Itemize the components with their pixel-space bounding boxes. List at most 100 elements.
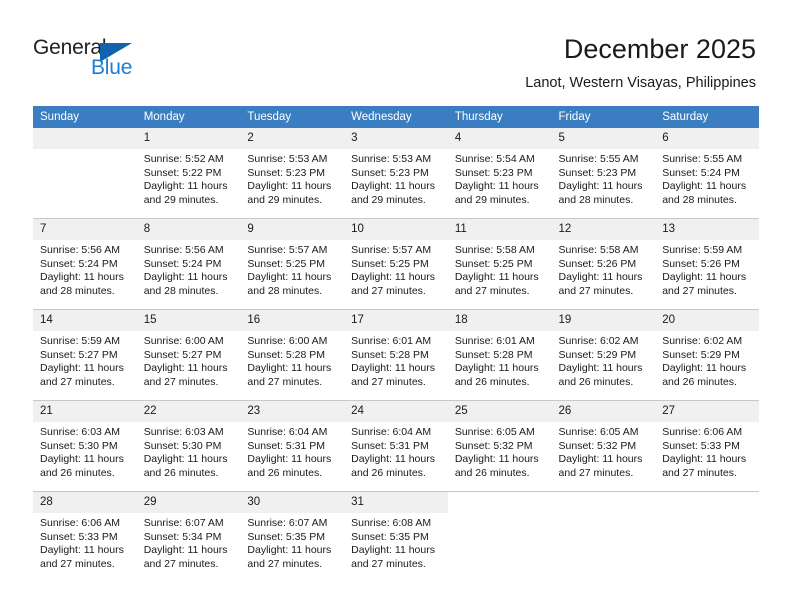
calendar-day-cell[interactable]: 5 Sunrise: 5:55 AM Sunset: 5:23 PM Daylight… [551,128,656,219]
sunrise-text: Sunrise: 6:01 AM [454,335,535,347]
day-sun-info: Sunrise: 5:55 AM Sunset: 5:24 PM Daylight:… [655,149,759,207]
sunrise-text: Sunrise: 6:06 AM [40,517,120,529]
daylight-text: Daylight: 11 hours and 26 minutes. [247,453,332,479]
calendar-day-cell[interactable]: 28 Sunrise: 6:06 AM Sunset: 5:33 PM Dayligh… [33,491,137,582]
daylight-text: Daylight: 11 hours and 26 minutes. [662,362,747,388]
calendar-week-row: 1 Sunrise: 5:52 AM Sunset: 5:22 PM Daylight… [33,128,759,219]
calendar-day-cell[interactable]: 4 Sunrise: 5:54 AM Sunset: 5:23 PM Daylight… [447,128,552,219]
calendar-day-cell[interactable]: 26 Sunrise: 6:05 AM Sunset: 5:32 PM Dayligh… [551,400,656,492]
day-sun-info: Sunrise: 6:07 AM Sunset: 5:34 PM Daylight:… [137,513,241,571]
calendar-day-cell[interactable]: 9 Sunrise: 5:57 AM Sunset: 5:25 PM Daylight… [240,218,345,310]
day-sun-info: Sunrise: 6:01 AM Sunset: 5:28 PM Daylight:… [448,331,552,389]
day-number: 29 [136,492,241,513]
sunrise-text: Sunrise: 5:55 AM [558,153,639,165]
calendar-day-cell[interactable]: 15 Sunrise: 6:00 AM Sunset: 5:27 PM Dayligh… [136,309,241,401]
sunset-text: Sunset: 5:27 PM [143,348,222,361]
sunset-text: Sunset: 5:22 PM [143,166,222,179]
sunset-text: Sunset: 5:25 PM [454,257,533,270]
day-sun-info: Sunrise: 6:04 AM Sunset: 5:31 PM Daylight:… [344,422,448,480]
sunrise-text: Sunrise: 6:00 AM [247,335,328,347]
day-number: 30 [240,492,345,513]
calendar-day-cell[interactable]: 24 Sunrise: 6:04 AM Sunset: 5:31 PM Dayligh… [344,400,448,492]
daylight-text: Daylight: 11 hours and 29 minutes. [454,180,539,206]
calendar-day-cell[interactable]: 11 Sunrise: 5:58 AM Sunset: 5:25 PM Dayligh… [447,218,552,310]
calendar-day-cell[interactable]: 18 Sunrise: 6:01 AM Sunset: 5:28 PM Dayligh… [447,309,552,401]
day-sun-info: Sunrise: 5:54 AM Sunset: 5:23 PM Daylight:… [448,149,552,207]
calendar-day-cell[interactable]: 13 Sunrise: 5:59 AM Sunset: 5:26 PM Dayligh… [655,218,759,310]
daylight-text: Daylight: 11 hours and 27 minutes. [40,362,124,388]
calendar-day-cell[interactable]: 20 Sunrise: 6:02 AM Sunset: 5:29 PM Dayligh… [655,309,759,401]
page-header: General Blue December 2025 Lanot, Wester… [0,0,792,104]
day-sun-info: Sunrise: 5:55 AM Sunset: 5:23 PM Daylight:… [552,149,656,207]
daylight-text: Daylight: 11 hours and 28 minutes. [247,271,332,297]
weekday-header-tuesday: Tuesday [240,106,345,128]
day-number: 9 [240,219,345,240]
calendar-week-row: 14 Sunrise: 5:59 AM Sunset: 5:27 PM Dayligh… [33,309,759,401]
sunset-text: Sunset: 5:24 PM [662,166,740,179]
day-number: 2 [240,128,345,149]
sunset-text: Sunset: 5:33 PM [662,439,740,452]
sunrise-text: Sunrise: 5:53 AM [351,153,432,165]
calendar-day-cell[interactable]: 25 Sunrise: 6:05 AM Sunset: 5:32 PM Dayligh… [447,400,552,492]
calendar-day-cell[interactable]: 6 Sunrise: 5:55 AM Sunset: 5:24 PM Daylight… [655,128,759,219]
day-number: 23 [240,401,345,422]
daylight-text: Daylight: 11 hours and 27 minutes. [143,544,228,570]
sunset-text: Sunset: 5:33 PM [40,530,118,543]
calendar-day-cell[interactable]: 10 Sunrise: 5:57 AM Sunset: 5:25 PM Dayligh… [344,218,448,310]
calendar-day-cell[interactable]: 30 Sunrise: 6:07 AM Sunset: 5:35 PM Dayligh… [240,491,345,582]
sunrise-text: Sunrise: 5:58 AM [454,244,535,256]
calendar-day-cell[interactable]: 8 Sunrise: 5:56 AM Sunset: 5:24 PM Daylight… [136,218,241,310]
calendar-day-cell[interactable]: 27 Sunrise: 6:06 AM Sunset: 5:33 PM Dayligh… [655,400,759,492]
calendar-day-cell[interactable]: 1 Sunrise: 5:52 AM Sunset: 5:22 PM Daylight… [136,128,241,219]
day-sun-info: Sunrise: 5:53 AM Sunset: 5:23 PM Daylight:… [344,149,448,207]
day-number: 10 [344,219,448,240]
sunrise-text: Sunrise: 6:01 AM [351,335,432,347]
sunrise-text: Sunrise: 6:04 AM [247,426,328,438]
sunrise-text: Sunrise: 6:02 AM [558,335,639,347]
day-number: 14 [33,310,137,331]
sunset-text: Sunset: 5:30 PM [143,439,222,452]
day-number: 21 [33,401,137,422]
sunset-text: Sunset: 5:29 PM [558,348,637,361]
calendar-day-cell[interactable]: 21 Sunrise: 6:03 AM Sunset: 5:30 PM Dayligh… [33,400,137,492]
calendar-day-cell-empty [655,491,759,582]
day-number: 1 [136,128,241,149]
calendar-day-cell[interactable]: 16 Sunrise: 6:00 AM Sunset: 5:28 PM Dayligh… [240,309,345,401]
sunrise-text: Sunrise: 5:56 AM [40,244,120,256]
daylight-text: Daylight: 11 hours and 26 minutes. [454,362,539,388]
calendar-day-cell[interactable]: 2 Sunrise: 5:53 AM Sunset: 5:23 PM Daylight… [240,128,345,219]
calendar-day-cell[interactable]: 31 Sunrise: 6:08 AM Sunset: 5:35 PM Dayligh… [344,491,448,582]
day-sun-info: Sunrise: 6:03 AM Sunset: 5:30 PM Daylight:… [33,422,137,480]
daylight-text: Daylight: 11 hours and 26 minutes. [454,453,539,479]
sunrise-text: Sunrise: 5:59 AM [40,335,120,347]
general-blue-logo[interactable]: General Blue [33,36,213,82]
calendar-day-cell[interactable]: 3 Sunrise: 5:53 AM Sunset: 5:23 PM Daylight… [344,128,448,219]
calendar-day-cell[interactable]: 22 Sunrise: 6:03 AM Sunset: 5:30 PM Dayligh… [136,400,241,492]
day-sun-info: Sunrise: 6:00 AM Sunset: 5:28 PM Daylight:… [240,331,344,389]
day-number: 6 [655,128,759,149]
daylight-text: Daylight: 11 hours and 27 minutes. [558,453,643,479]
day-sun-info: Sunrise: 6:03 AM Sunset: 5:30 PM Daylight:… [137,422,241,480]
day-sun-info: Sunrise: 5:59 AM Sunset: 5:27 PM Daylight:… [33,331,137,389]
day-number: 7 [33,219,137,240]
day-number: 17 [344,310,448,331]
sunrise-text: Sunrise: 6:03 AM [40,426,120,438]
calendar-day-cell[interactable]: 23 Sunrise: 6:04 AM Sunset: 5:31 PM Dayligh… [240,400,345,492]
calendar-day-cell-empty [447,491,552,582]
sunrise-text: Sunrise: 5:54 AM [454,153,535,165]
calendar-day-cell[interactable]: 7 Sunrise: 5:56 AM Sunset: 5:24 PM Daylight… [33,218,137,310]
calendar-day-cell[interactable]: 19 Sunrise: 6:02 AM Sunset: 5:29 PM Dayligh… [551,309,656,401]
calendar-day-cell[interactable]: 29 Sunrise: 6:07 AM Sunset: 5:34 PM Dayligh… [136,491,241,582]
sunset-text: Sunset: 5:24 PM [40,257,118,270]
day-sun-info: Sunrise: 5:53 AM Sunset: 5:23 PM Daylight:… [240,149,344,207]
sunset-text: Sunset: 5:28 PM [454,348,533,361]
calendar-week-row: 28 Sunrise: 6:06 AM Sunset: 5:33 PM Dayligh… [33,491,759,582]
day-number: 4 [447,128,552,149]
weekday-header-wednesday: Wednesday [344,106,448,128]
sunrise-text: Sunrise: 5:55 AM [662,153,743,165]
calendar-day-cell[interactable]: 17 Sunrise: 6:01 AM Sunset: 5:28 PM Dayligh… [344,309,448,401]
daylight-text: Daylight: 11 hours and 26 minutes. [40,453,124,479]
day-number: 18 [447,310,552,331]
calendar-day-cell[interactable]: 12 Sunrise: 5:58 AM Sunset: 5:26 PM Dayligh… [551,218,656,310]
calendar-day-cell[interactable]: 14 Sunrise: 5:59 AM Sunset: 5:27 PM Dayligh… [33,309,137,401]
